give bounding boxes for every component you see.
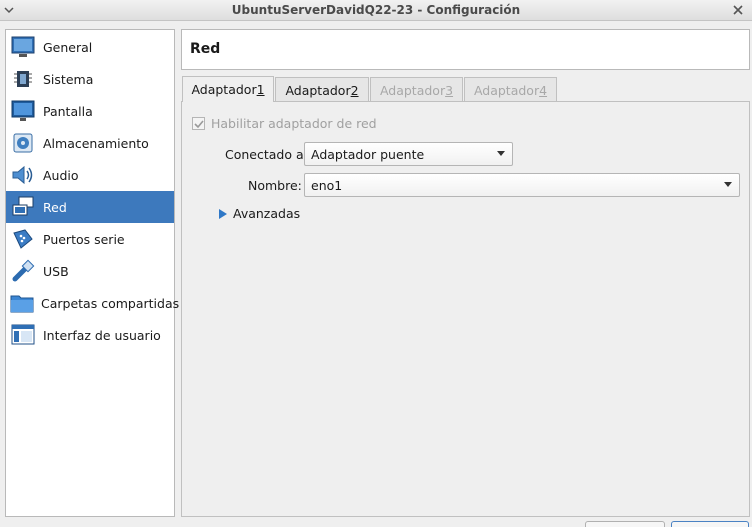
sidebar-item-label: Pantalla	[43, 103, 93, 119]
sidebar-item-usb[interactable]: USB	[6, 255, 174, 287]
sidebar-item-puertos-serie[interactable]: Puertos serie	[6, 223, 174, 255]
enable-adapter-label: Habilitar adaptador de red	[211, 116, 377, 131]
sidebar-item-label: Puertos serie	[43, 231, 125, 247]
tab-adaptador-4: Adaptador 4	[464, 77, 557, 102]
speaker-icon	[10, 162, 36, 188]
serial-port-icon	[10, 226, 36, 252]
sidebar-item-label: Red	[43, 199, 67, 215]
tab-adaptador-3: Adaptador 3	[370, 77, 463, 102]
window-title: UbuntuServerDavidQ22-23 - Configuración	[231, 3, 521, 17]
checkmark-icon	[193, 119, 204, 128]
tab-adaptador-2[interactable]: Adaptador 2	[275, 77, 369, 102]
folder-icon	[10, 290, 34, 316]
usb-icon	[10, 258, 36, 284]
sidebar-item-interfaz-de-usuario[interactable]: Interfaz de usuario	[6, 319, 174, 351]
tab-adaptador-1[interactable]: Adaptador 1	[182, 76, 274, 102]
network-icon	[10, 194, 36, 220]
sidebar-item-label: General	[43, 39, 93, 55]
general-icon	[10, 34, 36, 60]
sidebar-item-audio[interactable]: Audio	[6, 159, 174, 191]
sidebar-item-almacenamiento[interactable]: Almacenamiento	[6, 127, 174, 159]
sidebar-item-general[interactable]: General	[6, 31, 174, 63]
advanced-expander[interactable]: Avanzadas	[219, 206, 300, 221]
sidebar-item-label: Carpetas compartidas	[41, 295, 180, 311]
sidebar-item-carpetas-compartidas[interactable]: Carpetas compartidas	[6, 287, 179, 319]
page-title: Red	[190, 41, 221, 57]
cancel-button[interactable]	[585, 521, 665, 527]
sidebar-item-pantalla[interactable]: Pantalla	[6, 95, 174, 127]
advanced-label: Avanzadas	[233, 206, 301, 221]
sidebar-item-label: Interfaz de usuario	[43, 327, 161, 343]
sidebar-item-label: Sistema	[43, 71, 94, 87]
name-select[interactable]: eno1	[304, 173, 740, 197]
sidebar-item-label: Almacenamiento	[43, 135, 149, 151]
sidebar-item-label: Audio	[43, 167, 79, 183]
sidebar-item-red[interactable]: Red	[6, 191, 174, 223]
attached-to-label: Conectado a:	[225, 147, 308, 162]
chevron-down-icon	[497, 151, 505, 156]
enable-adapter-row: Habilitar adaptador de red	[192, 116, 377, 131]
page-header: Red	[181, 29, 750, 70]
name-label: Nombre:	[248, 178, 302, 193]
attached-to-select[interactable]: Adaptador puente	[304, 142, 513, 166]
settings-sidebar: General Sistema Pantalla Almacenamiento …	[5, 29, 179, 517]
ui-icon	[10, 322, 36, 348]
disk-icon	[10, 130, 36, 156]
monitor-icon	[10, 98, 36, 124]
close-icon[interactable]	[732, 4, 744, 16]
title-bar: UbuntuServerDavidQ22-23 - Configuración	[0, 0, 752, 21]
chevron-down-icon	[724, 182, 732, 187]
ok-button[interactable]	[671, 521, 749, 527]
chip-icon	[10, 66, 36, 92]
sidebar-item-sistema[interactable]: Sistema	[6, 63, 174, 95]
sidebar-item-label: USB	[43, 263, 69, 279]
enable-adapter-checkbox	[192, 117, 205, 130]
expand-arrow-icon	[219, 208, 227, 219]
